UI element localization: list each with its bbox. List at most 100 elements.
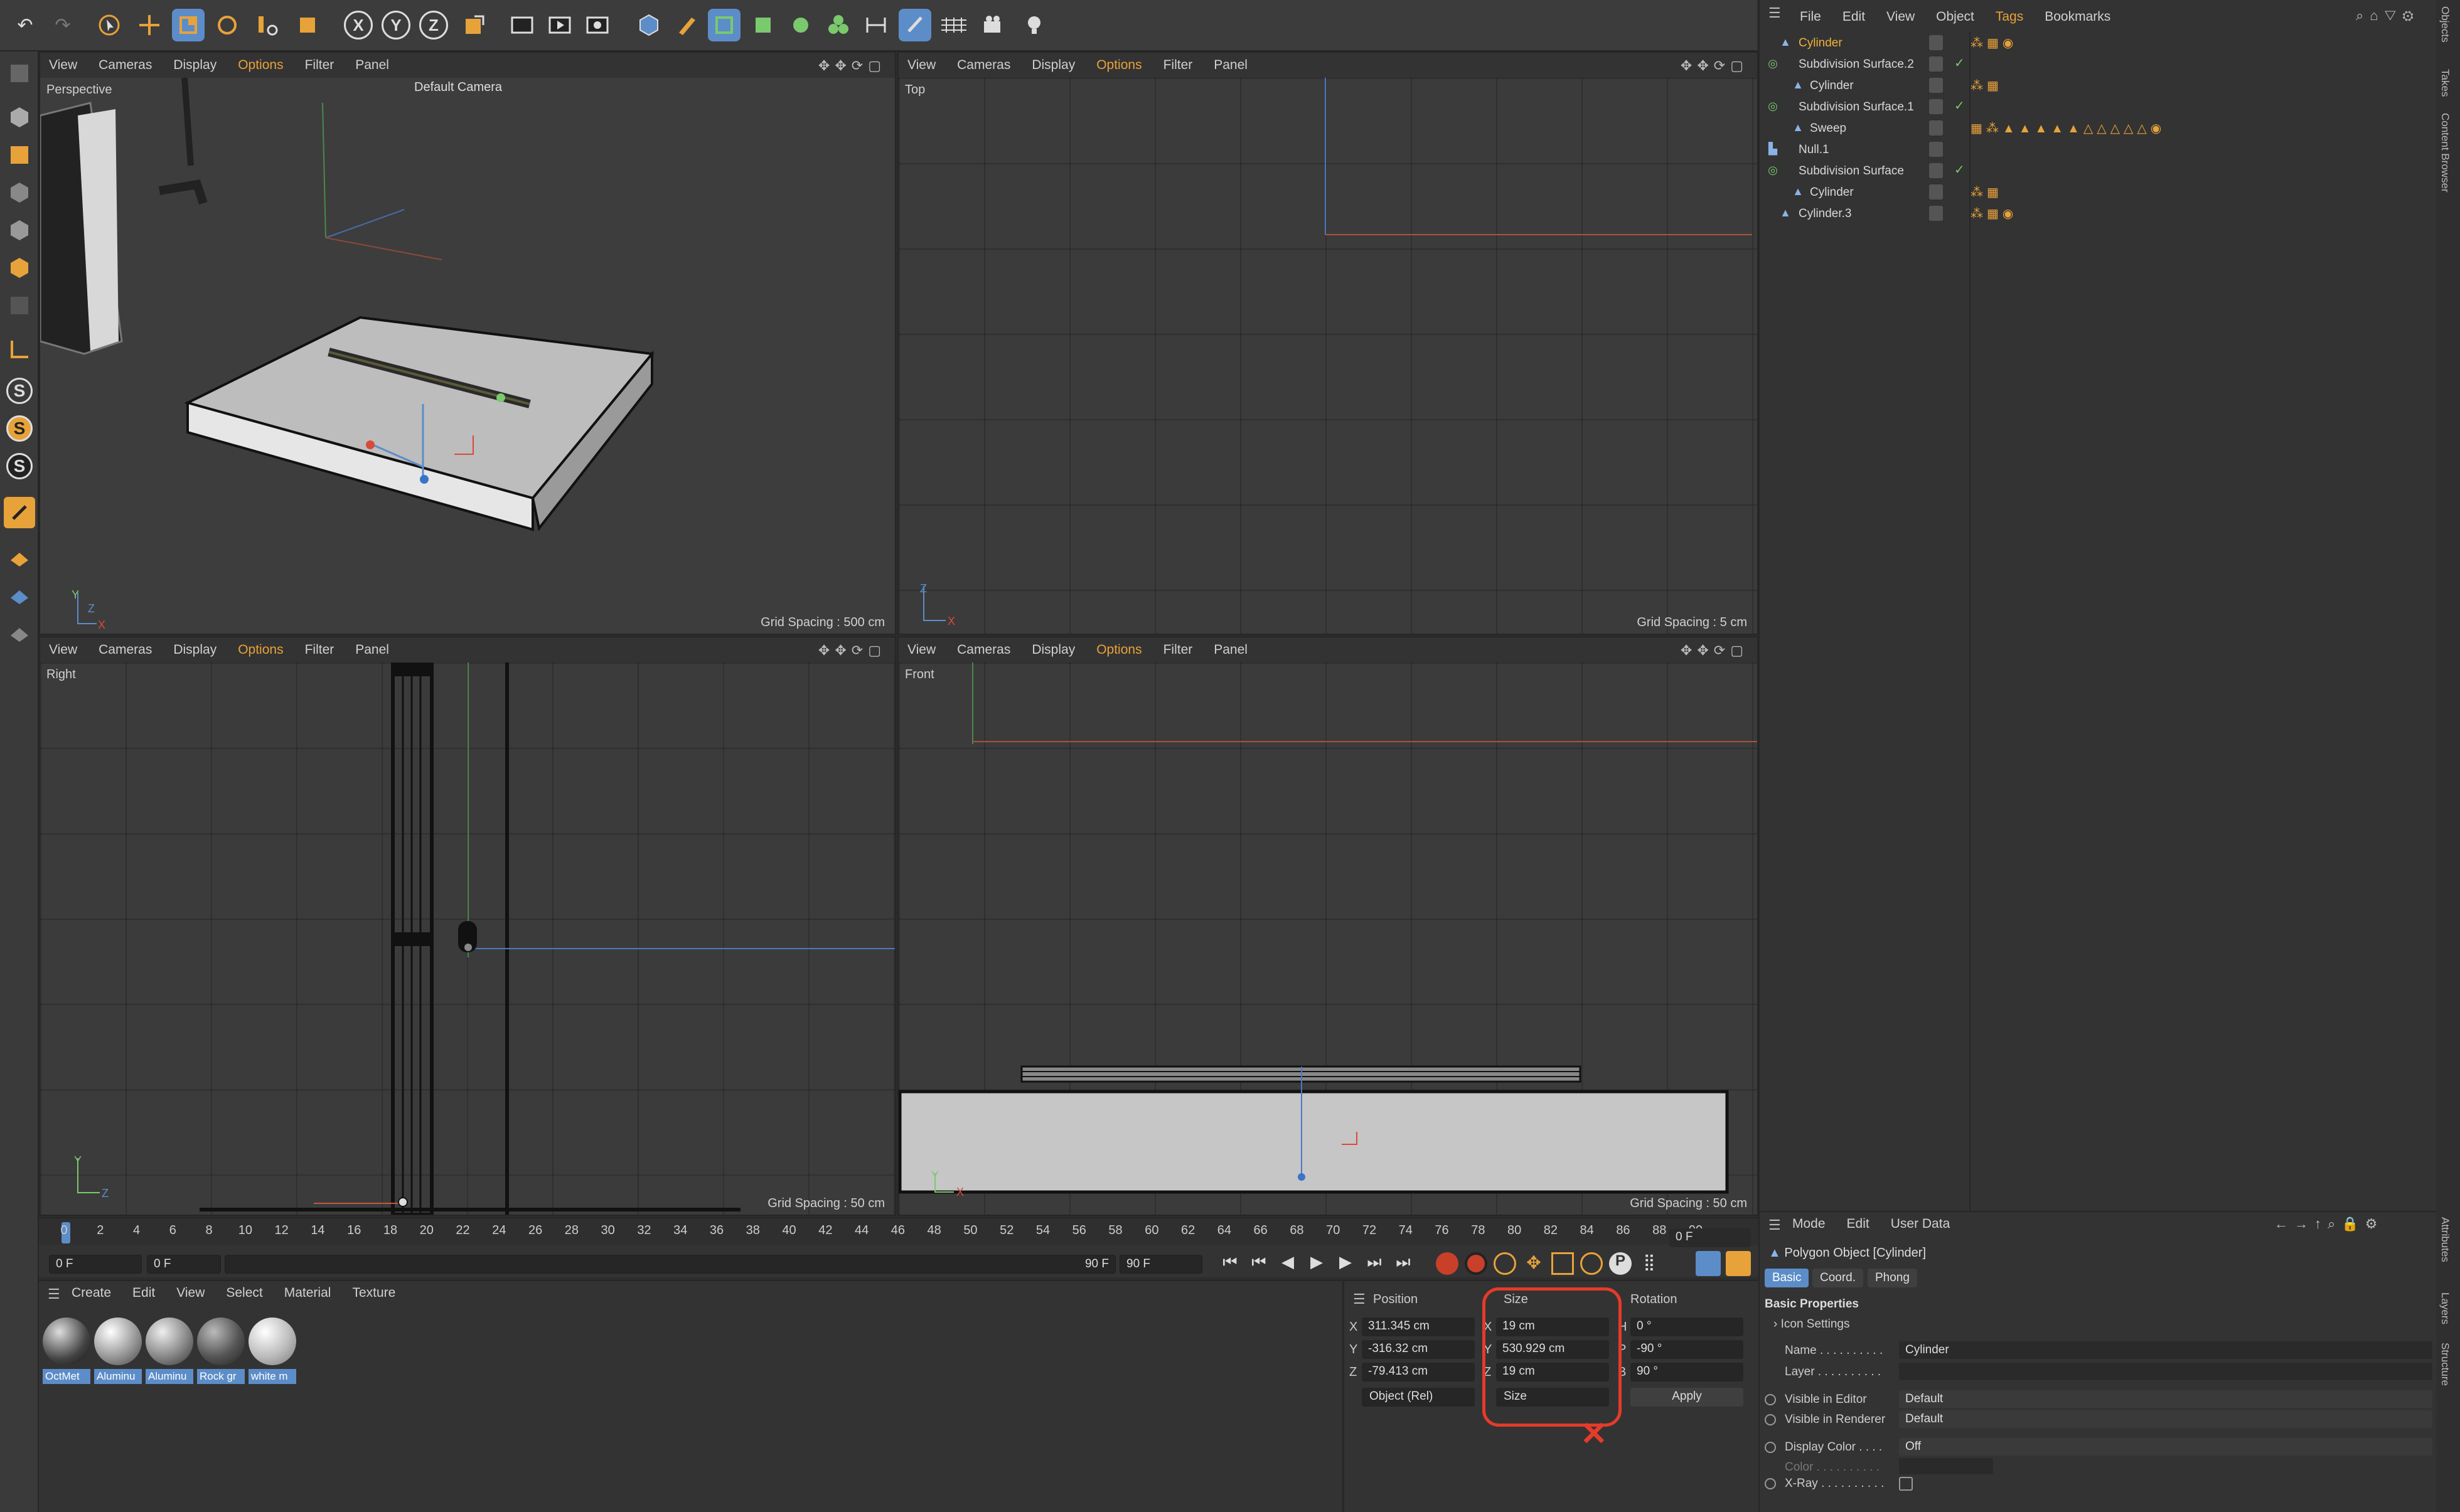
align-workplane-icon[interactable] — [4, 616, 35, 647]
material-swatch[interactable]: OctMet — [43, 1318, 90, 1384]
pen-spline-icon[interactable] — [670, 9, 703, 41]
material-swatch[interactable]: Aluminu — [146, 1318, 193, 1384]
planar-workplane-icon[interactable] — [4, 541, 35, 572]
viewport-menu-cameras[interactable]: Cameras — [99, 58, 152, 73]
animate-radio[interactable] — [1765, 1478, 1776, 1489]
attribute-menu-mode[interactable]: Mode — [1792, 1217, 1826, 1232]
viewport-navigation-icons[interactable]: ✥✥⟳▢ — [1681, 58, 1748, 74]
viewport-menu-cameras[interactable]: Cameras — [957, 58, 1010, 73]
viewport-menu-cameras[interactable]: Cameras — [957, 642, 1010, 658]
viewport-menu-view[interactable]: View — [49, 642, 77, 658]
previous-frame-icon[interactable]: ◀ — [1275, 1252, 1300, 1272]
object-menu-file[interactable]: File — [1800, 9, 1821, 24]
play-icon[interactable]: ▶ — [1304, 1252, 1329, 1272]
navigation-arrows-icon[interactable]: ←→↑⌕🔒⚙ — [2274, 1216, 2383, 1232]
object-menu-edit[interactable]: Edit — [1842, 9, 1865, 24]
attribute-menu-edit[interactable]: Edit — [1847, 1217, 1869, 1232]
polygons-mode-icon[interactable] — [4, 252, 35, 284]
render-settings-icon[interactable] — [581, 9, 614, 41]
viewport-menu-display[interactable]: Display — [1032, 58, 1075, 73]
viewport-navigation-icons[interactable]: ✥✥⟳▢ — [818, 58, 886, 74]
search-icon[interactable]: ⌕⌂▽⚙ — [2356, 8, 2420, 24]
viewport-menu-filter[interactable]: Filter — [1163, 642, 1193, 658]
object-menu-view[interactable]: View — [1886, 9, 1915, 24]
material-swatch[interactable]: Rock gr — [197, 1318, 245, 1384]
viewport-menu-options[interactable]: Options — [238, 642, 283, 658]
make-editable-icon[interactable] — [4, 58, 35, 89]
object-name[interactable]: Cylinder.3 — [1799, 207, 1852, 221]
preview-end-field[interactable]: 90 F — [1120, 1255, 1202, 1274]
point-level-animation-icon[interactable]: ⣿ — [1638, 1252, 1660, 1275]
viewport-menu-filter[interactable]: Filter — [305, 642, 334, 658]
viewport-menu-view[interactable]: View — [907, 58, 936, 73]
object-name[interactable]: Subdivision Surface.1 — [1799, 100, 1914, 114]
object-name[interactable]: Sweep — [1810, 122, 1846, 136]
viewport-menu-panel[interactable]: Panel — [355, 58, 389, 73]
viewport-menu-panel[interactable]: Panel — [1214, 58, 1248, 73]
viewport-menu-filter[interactable]: Filter — [305, 58, 334, 73]
object-row[interactable]: ▲ Cylinder ⁂▦◉ — [1760, 33, 2437, 54]
viewport-menu-options[interactable]: Options — [1096, 58, 1142, 73]
viewport-navigation-icons[interactable]: ✥✥⟳▢ — [818, 642, 886, 659]
render-to-picture-viewer-icon[interactable] — [543, 9, 576, 41]
tab-objects[interactable]: Objects — [2439, 6, 2451, 43]
object-row[interactable]: ▲ Cylinder ⁂▦ — [1760, 75, 2437, 97]
snap-settings-icon[interactable]: S — [6, 415, 33, 442]
world-coordinates-icon[interactable] — [458, 9, 491, 41]
viewport-menu-filter[interactable]: Filter — [1163, 58, 1193, 73]
render-view-icon[interactable] — [506, 9, 538, 41]
move-tool-icon[interactable] — [133, 9, 166, 41]
material-menu-edit[interactable]: Edit — [132, 1286, 155, 1301]
object-tags[interactable]: ▦⁂▲▲▲▲▲△△△△△◉ — [1971, 120, 2165, 136]
tab-layers[interactable]: Layers — [2439, 1292, 2451, 1324]
quantize-icon[interactable]: S — [6, 453, 33, 479]
rotate-tool-icon[interactable] — [211, 9, 243, 41]
animate-radio[interactable] — [1765, 1394, 1776, 1405]
object-tags[interactable]: ⁂▦ — [1971, 184, 2003, 200]
object-name[interactable]: Cylinder — [1810, 79, 1854, 93]
object-name[interactable]: Null.1 — [1799, 143, 1829, 157]
frame-rate-field[interactable]: 0 F — [1669, 1228, 1751, 1247]
viewport-menu-view[interactable]: View — [49, 58, 77, 73]
go-to-start-icon[interactable]: ⏮ — [1217, 1252, 1243, 1272]
tab-phong[interactable]: Phong — [1868, 1269, 1917, 1287]
tab-takes[interactable]: Takes — [2439, 69, 2451, 97]
material-menu-select[interactable]: Select — [226, 1286, 262, 1301]
recent-tools-icon[interactable] — [251, 9, 284, 41]
lock-workplane-icon[interactable] — [4, 497, 35, 528]
object-row[interactable]: ◎ Subdivision Surface.1 ✓ — [1760, 97, 2437, 118]
object-name[interactable]: Subdivision Surface — [1799, 164, 1904, 178]
scale-tool-icon[interactable] — [172, 9, 205, 41]
cube-icon[interactable] — [633, 9, 665, 41]
snap-icon[interactable]: S — [6, 378, 33, 404]
material-menu-texture[interactable]: Texture — [352, 1286, 395, 1301]
viewport-menu-display[interactable]: Display — [1032, 642, 1075, 658]
display-color-select[interactable]: Off — [1899, 1438, 2432, 1456]
object-row[interactable]: ▲ Cylinder ⁂▦ — [1760, 182, 2437, 203]
rotation-p-field[interactable]: -90 ° — [1630, 1340, 1743, 1359]
icon-settings-toggle[interactable]: › Icon Settings — [1773, 1318, 1849, 1331]
edges-mode-icon[interactable] — [4, 215, 35, 246]
object-row[interactable]: ▙ Null.1 — [1760, 139, 2437, 161]
position-z-field[interactable]: -79.413 cm — [1362, 1363, 1475, 1382]
next-key-icon[interactable]: ⏭ — [1362, 1252, 1387, 1272]
object-row[interactable]: ◎ Subdivision Surface ✓ — [1760, 161, 2437, 182]
undo-icon[interactable]: ↶ — [9, 9, 41, 41]
tab-basic[interactable]: Basic — [1765, 1269, 1809, 1287]
current-frame-field[interactable]: 0 F — [49, 1255, 142, 1274]
viewport-menu-panel[interactable]: Panel — [1214, 642, 1248, 658]
attribute-menu-user-data[interactable]: User Data — [1891, 1217, 1950, 1232]
viewport-perspective[interactable]: View Cameras Display Options Filter Pane… — [39, 51, 896, 635]
object-menu-bookmarks[interactable]: Bookmarks — [2045, 9, 2110, 24]
axis-workplane-icon[interactable] — [4, 578, 35, 610]
preview-range-slider[interactable]: 90 F — [225, 1255, 1116, 1274]
go-to-end-icon[interactable]: ⏭ — [1391, 1252, 1416, 1272]
viewport-menu-options[interactable]: Options — [238, 58, 283, 73]
viewport-top[interactable]: View Cameras Display Options Filter Pane… — [897, 51, 1758, 635]
tab-structure[interactable]: Structure — [2439, 1343, 2451, 1386]
viewport-menu-options[interactable]: Options — [1096, 642, 1142, 658]
field-icon[interactable] — [860, 9, 892, 41]
camera-icon[interactable] — [979, 9, 1012, 41]
subdivision-surface-icon[interactable] — [708, 9, 741, 41]
autokeying-icon[interactable] — [1465, 1252, 1487, 1275]
